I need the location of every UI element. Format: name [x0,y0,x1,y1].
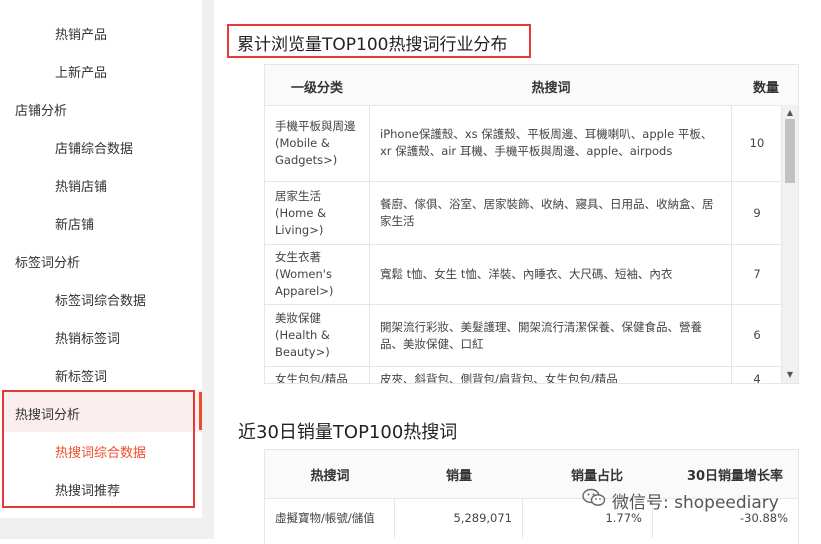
cell-count: 7 [753,267,761,281]
cell-category: 手機平板與周邊 (Mobile & Gadgets>) [265,105,370,181]
cell-category: 居家生活 (Home & Living>) [265,182,370,244]
scroll-thumb[interactable] [785,119,795,183]
sidebar-group-tag-analysis[interactable]: 标签词分析 [15,252,80,271]
cell-keywords: iPhone保護殼、xs 保護殼、平板周邊、耳機喇叭、apple 平板、xr 保… [370,105,732,181]
table-row: 美妝保健 (Health & Beauty>) 開架流行彩妝、美髮護理、開架流行… [265,305,782,367]
col-header-keyword: 热搜词 [310,469,350,484]
col-header-count: 数量 [752,81,779,96]
sidebar-item-hot-shops[interactable]: 热销店铺 [55,176,107,195]
table-row: 女生衣著 (Women's Apparel>) 寬鬆 t恤、女生 t恤、洋裝、內… [265,245,782,305]
scroll-up-icon[interactable]: ▲ [782,107,798,119]
table-row: 居家生活 (Home & Living>) 餐廚、傢俱、浴室、居家裝飾、收納、寢… [265,182,782,245]
sidebar-divider [202,0,214,539]
sidebar-group-shop-analysis[interactable]: 店铺分析 [15,100,67,119]
cell-count: 6 [753,328,761,342]
sidebar-item-new-products[interactable]: 上新产品 [55,62,107,81]
table-scrollbar[interactable]: ▲ ▼ [781,105,798,383]
sidebar-item-tag-overview[interactable]: 标签词综合数据 [55,290,146,309]
cell-category: 女生包包/精品 [265,367,370,383]
sidebar-item-hot-products[interactable]: 热销产品 [55,24,107,43]
cell-keyword: 虛擬寶物/帳號/儲值 [265,498,395,538]
col-header-share: 销量占比 [570,469,623,484]
cell-keywords: 開架流行彩妝、美髮護理、開架流行清潔保養、保健食品、營養品、美妝保健、口紅 [370,305,732,366]
sidebar-item-hot-tags[interactable]: 热销标签词 [55,328,120,347]
highlight-box-sidebar [2,390,195,508]
cell-keywords: 餐廚、傢俱、浴室、居家裝飾、收納、寢具、日用品、收納盒、居家生活 [370,182,732,244]
table-header: 一级分类 热搜词 数量 [265,65,798,106]
industry-table: 一级分类 热搜词 数量 手機平板與周邊 (Mobile & Gadgets>) … [264,64,799,384]
col-header-category: 一级分类 [290,81,343,96]
cell-category: 美妝保健 (Health & Beauty>) [265,305,370,366]
sidebar-item-shop-overview[interactable]: 店铺综合数据 [55,138,133,157]
watermark-text: 微信号: shopeediary [612,493,779,513]
col-header-sales: 销量 [445,469,472,484]
section-title-top-sales-keywords: 近30日销量TOP100热搜词 [238,422,458,443]
cell-keywords: 皮夾、斜背包、側背包/肩背包、女生包包/精品 [370,367,732,383]
cell-count: 4 [753,372,761,383]
sidebar-footer-gap [0,518,214,539]
table-row: 女生包包/精品 皮夾、斜背包、側背包/肩背包、女生包包/精品 4 [265,367,782,383]
cell-keywords: 寬鬆 t恤、女生 t恤、洋裝、內睡衣、大尺碼、短袖、內衣 [370,245,732,304]
table-row: 手機平板與周邊 (Mobile & Gadgets>) iPhone保護殼、xs… [265,105,782,182]
cell-count: 9 [753,205,761,220]
cell-category: 女生衣著 (Women's Apparel>) [265,245,370,304]
cell-count: 10 [749,135,765,150]
sidebar: 热销产品 上新产品 店铺分析 店铺综合数据 热销店铺 新店铺 标签词分析 标签词… [0,0,202,518]
wechat-icon [582,488,606,513]
col-header-growth: 30日销量增长率 [686,469,784,484]
sidebar-item-new-shops[interactable]: 新店铺 [55,214,94,233]
watermark: 微信号: shopeediary [582,488,779,513]
col-header-keywords: 热搜词 [531,81,571,96]
sidebar-item-new-tags[interactable]: 新标签词 [55,366,107,385]
scroll-down-icon[interactable]: ▼ [782,369,798,381]
main-content: 累计浏览量TOP100热搜词行业分布 一级分类 热搜词 数量 手機平板與周邊 (… [214,0,821,544]
section-title-industry-distribution: 累计浏览量TOP100热搜词行业分布 [237,35,508,55]
cell-sales: 5,289,071 [395,498,523,538]
